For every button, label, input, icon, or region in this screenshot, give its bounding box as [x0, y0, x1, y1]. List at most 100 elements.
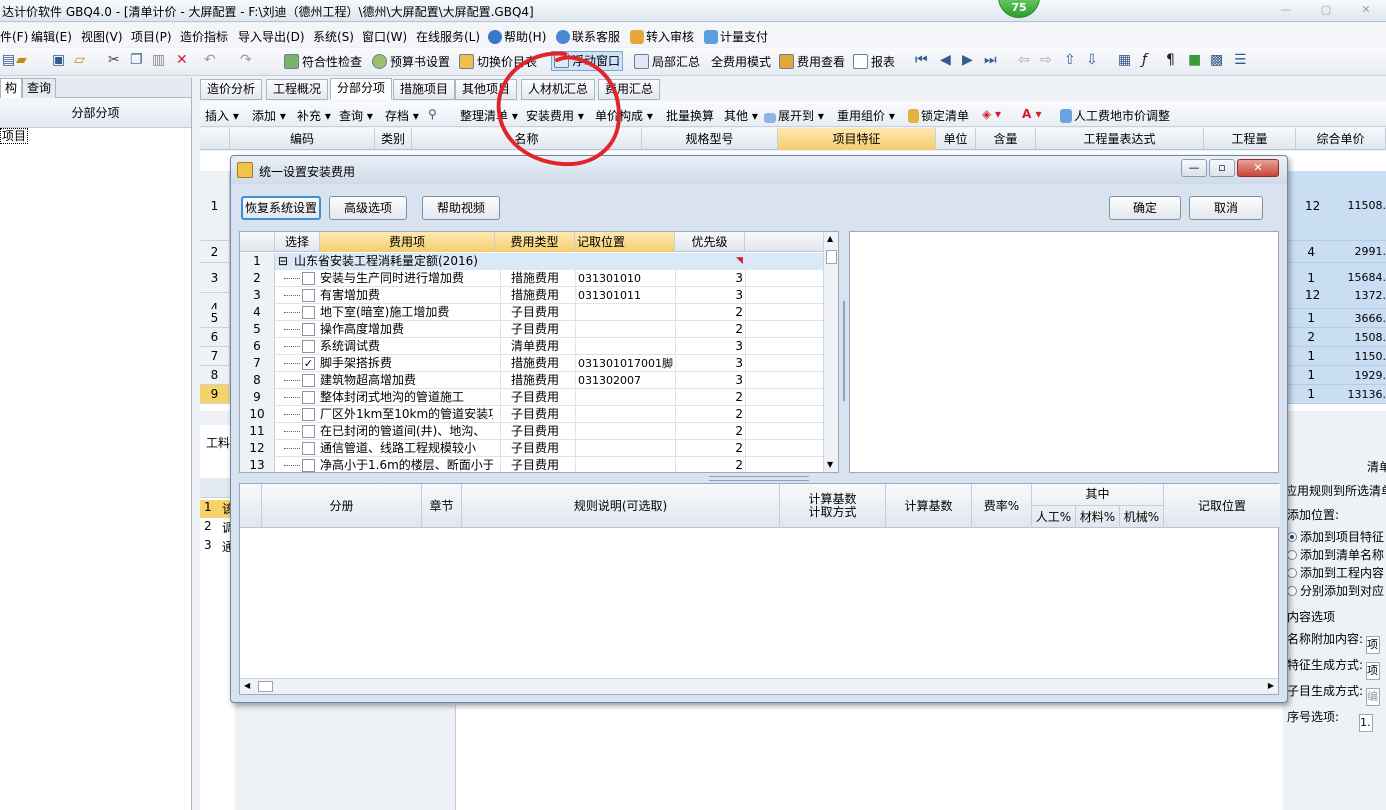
scroll-right-icon[interactable]: ▶	[1268, 681, 1274, 690]
row-number[interactable]: 8	[200, 366, 230, 385]
row-values[interactable]: 1 13136.	[1285, 385, 1386, 404]
rule-col-base-method[interactable]: 计算基数计取方式	[780, 484, 886, 528]
fee-row[interactable]: 10 厂区外1km至10km的管道安装项 子目费用 2	[240, 406, 838, 423]
col-unit-price[interactable]: 综合单价	[1296, 128, 1386, 150]
fee-item-type[interactable]: 子目费用	[500, 406, 575, 423]
insert-button[interactable]: 插入 ▾	[205, 107, 239, 124]
col-quantity[interactable]: 工程量	[1204, 128, 1296, 150]
option-add-each[interactable]: 分别添加到对应	[1287, 582, 1384, 599]
fee-item-position[interactable]	[575, 440, 675, 457]
row-values[interactable]: 1 3666.	[1285, 309, 1386, 328]
fee-item-priority[interactable]: 3	[675, 372, 745, 389]
fee-checkbox[interactable]	[302, 374, 315, 387]
fee-item-position[interactable]: 031301010	[575, 270, 675, 287]
col-quantity-expr[interactable]: 工程量表达式	[1036, 128, 1204, 150]
save-icon[interactable]: ▣	[52, 52, 65, 68]
fee-item-type[interactable]: 子目费用	[500, 304, 575, 321]
fee-row[interactable]: 8 建筑物超高增加费 措施费用 031302007 3	[240, 372, 838, 389]
col-unit[interactable]: 单位	[936, 128, 976, 150]
row-values[interactable]: 2 1508.	[1285, 328, 1386, 347]
fee-item-priority[interactable]: 2	[675, 304, 745, 321]
tree-item-project[interactable]: 项目	[0, 128, 191, 144]
undo-icon[interactable]: ↶	[204, 52, 216, 68]
rule-col-base[interactable]: 计算基数	[886, 484, 972, 528]
fee-item-position[interactable]	[575, 338, 675, 355]
dialog-minimize-icon[interactable]: —	[1181, 159, 1207, 177]
fee-item-position[interactable]: 031301011	[575, 287, 675, 304]
menu-edit[interactable]: 编辑(E)	[31, 28, 72, 45]
fee-item-type[interactable]: 子目费用	[500, 457, 575, 472]
row-values[interactable]: 4 2991.	[1285, 241, 1386, 263]
serial-option-field[interactable]: 序号选项: 1.	[1287, 708, 1374, 732]
fee-item-type[interactable]: 清单费用	[500, 338, 575, 355]
sub-gen-field[interactable]: 子目生成方式: 编	[1287, 682, 1381, 706]
fee-checkbox[interactable]	[302, 442, 315, 455]
scroll-thumb[interactable]	[258, 681, 273, 692]
cancel-button[interactable]: 取消	[1189, 196, 1263, 220]
col-category[interactable]: 类别	[375, 128, 412, 150]
fee-view-button[interactable]: 费用查看	[779, 53, 845, 70]
tab-project-overview[interactable]: 工程概况	[266, 79, 329, 100]
fee-row[interactable]: 4 地下室(暗室)施工增加费 子目费用 2	[240, 304, 838, 321]
scroll-down-icon[interactable]: ▼	[827, 460, 833, 469]
fee-item-position[interactable]	[575, 423, 675, 440]
fee-checkbox[interactable]	[302, 323, 315, 336]
fee-item-type[interactable]: 措施费用	[500, 355, 575, 372]
fee-item-position[interactable]	[575, 389, 675, 406]
lock-list-button[interactable]: 锁定清单	[908, 107, 969, 124]
paste-icon[interactable]: ▥	[152, 52, 165, 68]
fee-table-vertical-scrollbar[interactable]: ▲ ▼	[823, 232, 838, 472]
row-values[interactable]: 12 1372.	[1285, 282, 1386, 309]
option-add-name[interactable]: 添加到清单名称	[1287, 546, 1384, 563]
help-video-button[interactable]: 帮助视频	[422, 196, 500, 220]
fee-row[interactable]: 13 净高小于1.6m的楼层、断面小于 子目费用 2	[240, 457, 838, 472]
tab-query[interactable]: 查询	[22, 78, 57, 98]
row-number[interactable]: 6	[200, 328, 230, 347]
row-number[interactable]: 1	[200, 171, 230, 241]
fee-item-position[interactable]	[575, 304, 675, 321]
close-icon[interactable]: ✕	[1346, 0, 1386, 20]
fee-item-priority[interactable]: 3	[675, 338, 745, 355]
advanced-options-button[interactable]: 高级选项	[329, 196, 407, 220]
menu-help[interactable]: 帮助(H)	[488, 28, 546, 45]
fee-item-type[interactable]: 子目费用	[500, 389, 575, 406]
add-button[interactable]: 添加 ▾	[252, 107, 286, 124]
rule-col-description[interactable]: 规则说明(可选取)	[462, 484, 780, 528]
fee-row[interactable]: 6 系统调试费 清单费用 3	[240, 338, 838, 355]
rule-col-chapter[interactable]: 章节	[422, 484, 462, 528]
option-add-feature[interactable]: 添加到项目特征	[1287, 528, 1384, 545]
fee-item-priority[interactable]: 3	[675, 355, 745, 372]
score-badge[interactable]: 75	[998, 0, 1040, 18]
expand-to-button[interactable]: 展开到 ▾	[764, 107, 824, 124]
cube-icon[interactable]: ■	[1188, 52, 1201, 68]
fee-checkbox[interactable]	[302, 306, 315, 319]
col-content[interactable]: 含量	[976, 128, 1036, 150]
fee-checkbox[interactable]	[302, 425, 315, 438]
tab-cost-analysis[interactable]: 造价分析	[200, 79, 263, 100]
fee-item-position[interactable]	[575, 321, 675, 338]
fee-item-position[interactable]: 031302007	[575, 372, 675, 389]
horizontal-splitter[interactable]	[709, 476, 809, 481]
fee-col-select[interactable]: 选择	[275, 232, 320, 252]
scroll-left-icon[interactable]: ◀	[244, 681, 250, 690]
collapse-icon[interactable]: ⊟	[278, 253, 290, 270]
fee-col-item[interactable]: 费用项	[320, 232, 495, 252]
first-icon[interactable]: ⏮	[915, 52, 928, 68]
rule-table-horizontal-scrollbar[interactable]: ◀ ▶	[240, 678, 1278, 694]
open-folder-icon[interactable]: ▰	[16, 52, 27, 68]
fee-row[interactable]: 12 通信管道、线路工程规模较小 子目费用 2	[240, 440, 838, 457]
tab-measure-items[interactable]: 措施项目	[393, 79, 456, 100]
rule-col-division[interactable]: 分册	[262, 484, 422, 528]
fee-item-position[interactable]	[575, 406, 675, 423]
fee-item-priority[interactable]: 3	[675, 270, 745, 287]
menu-project[interactable]: 项目(P)	[131, 28, 172, 45]
rule-col-of-which[interactable]: 其中	[1032, 484, 1164, 506]
report-button[interactable]: 报表	[853, 53, 895, 70]
cut-icon[interactable]: ✂	[108, 52, 120, 68]
row-number-selected[interactable]: 9	[200, 385, 230, 404]
dialog-maximize-icon[interactable]: ▫	[1209, 159, 1235, 177]
row-values[interactable]: 1 1929.	[1285, 366, 1386, 385]
menu-cost-index[interactable]: 造价指标	[180, 28, 228, 45]
splitter-grip[interactable]	[843, 301, 845, 401]
fee-row[interactable]: 5 操作高度增加费 子目费用 2	[240, 321, 838, 338]
